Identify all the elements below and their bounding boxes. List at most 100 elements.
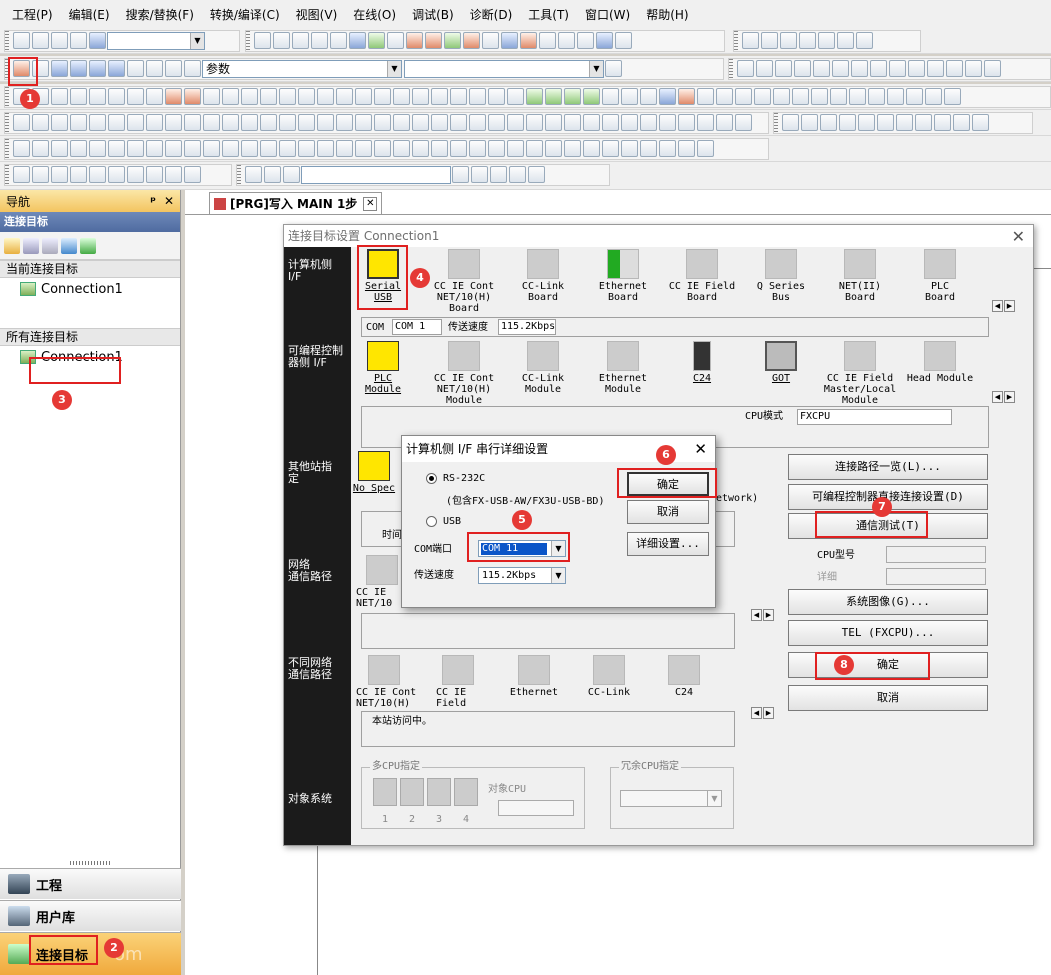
tool-icon[interactable] <box>659 140 676 157</box>
close-icon[interactable]: ✕ <box>694 440 707 458</box>
tool-icon[interactable] <box>146 114 163 131</box>
splitter-grip[interactable] <box>70 861 110 865</box>
info-icon[interactable] <box>61 237 77 254</box>
tool-icon[interactable] <box>697 114 714 131</box>
route-list-button[interactable]: 连接路径一览(L)... <box>788 454 988 480</box>
tool-icon[interactable] <box>507 140 524 157</box>
tool-icon[interactable] <box>452 166 469 183</box>
dev-icon[interactable] <box>387 32 404 49</box>
tool-icon[interactable] <box>469 114 486 131</box>
menu-diagnostics[interactable]: 诊断(D) <box>462 6 521 23</box>
close-icon[interactable]: ✕ <box>1012 227 1025 246</box>
diff-cc-ie-cont[interactable]: CC IE Cont NET/10(H) <box>356 655 432 709</box>
dev-icon[interactable] <box>501 32 518 49</box>
tool-icon[interactable] <box>336 114 353 131</box>
tool-icon[interactable] <box>488 140 505 157</box>
tool-icon[interactable] <box>264 166 281 183</box>
format-icon[interactable] <box>908 60 925 77</box>
rs232-radio[interactable]: RS-232C <box>426 473 485 484</box>
tool-icon[interactable] <box>868 88 885 105</box>
module-icon[interactable] <box>32 60 49 77</box>
tool-icon[interactable] <box>241 140 258 157</box>
contact-icon[interactable] <box>412 88 429 105</box>
monitor-icon[interactable] <box>127 60 144 77</box>
tool-icon[interactable] <box>716 114 733 131</box>
contact-icon[interactable] <box>488 88 505 105</box>
format-icon[interactable] <box>737 60 754 77</box>
dev-icon[interactable] <box>349 32 366 49</box>
tool-icon[interactable] <box>621 114 638 131</box>
format-icon[interactable] <box>832 60 849 77</box>
format-icon[interactable] <box>870 60 887 77</box>
tool-icon[interactable] <box>488 114 505 131</box>
current-connection-item[interactable]: Connection1 <box>0 278 180 300</box>
tool-icon[interactable] <box>640 140 657 157</box>
format-icon[interactable] <box>775 60 792 77</box>
pc-if-cc-link[interactable]: CC-Link Board <box>505 249 581 303</box>
scroll-left-icon[interactable]: ◀ <box>751 609 762 621</box>
contact-icon[interactable] <box>222 88 239 105</box>
format-icon[interactable] <box>965 60 982 77</box>
nav-tab-user-library[interactable]: 用户库 <box>0 900 181 931</box>
tool-icon[interactable] <box>761 32 778 49</box>
tel-button[interactable]: TEL (FXCPU)... <box>788 620 988 646</box>
search-combo[interactable]: 参数 ▼ <box>202 60 402 78</box>
tool-icon[interactable] <box>260 114 277 131</box>
tool-icon[interactable] <box>558 32 575 49</box>
tool-icon[interactable] <box>564 88 581 105</box>
tool-icon[interactable] <box>583 140 600 157</box>
diff-c24[interactable]: C24 <box>646 655 722 698</box>
tool-icon[interactable] <box>577 32 594 49</box>
tool-icon[interactable] <box>507 114 524 131</box>
tool-icon[interactable] <box>184 140 201 157</box>
tool-icon[interactable] <box>260 140 277 157</box>
format-icon[interactable] <box>927 60 944 77</box>
diff-cc-link[interactable]: CC-Link <box>571 655 647 698</box>
pc-if-cc-ie-cont[interactable]: CC IE Cont NET/10(H) Board <box>426 249 502 314</box>
refresh-icon[interactable] <box>80 237 96 254</box>
tool-icon[interactable] <box>32 166 49 183</box>
tool-icon[interactable] <box>545 88 562 105</box>
tool-icon[interactable] <box>811 88 828 105</box>
tool-icon[interactable] <box>716 88 733 105</box>
tool-icon[interactable] <box>742 32 759 49</box>
tool-icon[interactable] <box>165 140 182 157</box>
contact-icon[interactable] <box>355 88 372 105</box>
contact-icon[interactable] <box>393 88 410 105</box>
tool-icon[interactable] <box>374 140 391 157</box>
tool-icon[interactable] <box>792 88 809 105</box>
tool-icon[interactable] <box>165 114 182 131</box>
tool-icon[interactable] <box>507 88 524 105</box>
plc-if-cc-ie-field[interactable]: CC IE Field Master/Local Module <box>822 341 898 406</box>
tool-icon[interactable] <box>146 140 163 157</box>
tool-icon[interactable] <box>165 166 182 183</box>
tool-icon[interactable] <box>877 114 894 131</box>
target-cpu-field[interactable] <box>498 800 574 816</box>
menu-view[interactable]: 视图(V) <box>288 6 346 23</box>
contact-icon[interactable] <box>469 88 486 105</box>
scroll-right-icon[interactable]: ▶ <box>1004 391 1015 403</box>
pc-if-ethernet[interactable]: Ethernet Board <box>585 249 661 303</box>
pc-if-cc-ie-field[interactable]: CC IE Field Board <box>664 249 740 303</box>
tool-icon[interactable] <box>450 140 467 157</box>
com-port-select[interactable]: COM 11 ▼ <box>478 540 566 557</box>
tool-icon[interactable] <box>469 140 486 157</box>
tool-icon[interactable] <box>450 114 467 131</box>
tool-icon[interactable] <box>245 166 262 183</box>
tool-icon[interactable] <box>431 114 448 131</box>
menu-online[interactable]: 在线(O) <box>345 6 404 23</box>
tool-icon[interactable] <box>528 166 545 183</box>
tool-icon[interactable] <box>298 140 315 157</box>
tool-icon[interactable] <box>89 166 106 183</box>
tool-icon[interactable] <box>509 166 526 183</box>
print-icon[interactable] <box>70 32 87 49</box>
redo-icon[interactable] <box>330 32 347 49</box>
tool-icon[interactable] <box>564 140 581 157</box>
tool-icon[interactable] <box>108 140 125 157</box>
tool-icon[interactable] <box>298 114 315 131</box>
tool-icon[interactable] <box>820 114 837 131</box>
dev-icon[interactable] <box>70 60 87 77</box>
menu-window[interactable]: 窗口(W) <box>577 6 638 23</box>
tool-icon[interactable] <box>471 166 488 183</box>
format-icon[interactable] <box>851 60 868 77</box>
